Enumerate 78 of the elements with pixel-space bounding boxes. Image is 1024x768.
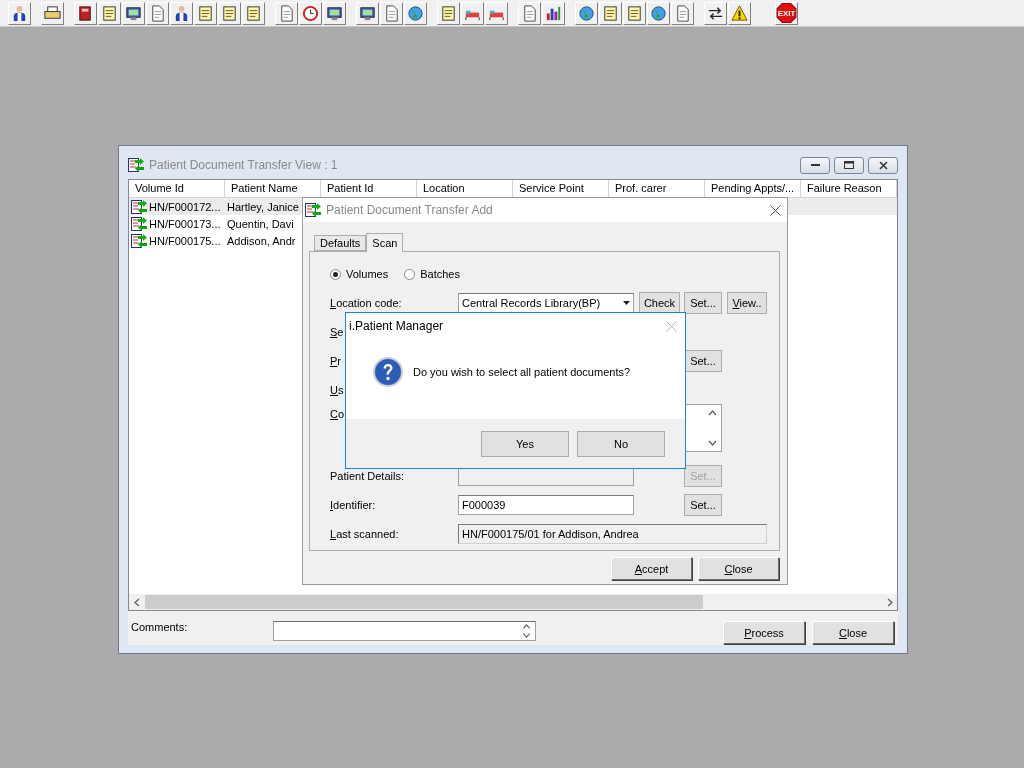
field-label: Location code: — [330, 297, 402, 309]
field-label: Last scanned: — [330, 528, 399, 540]
dialog-button[interactable]: Close — [698, 557, 779, 580]
radio-button[interactable] — [330, 268, 341, 280]
close-icon[interactable] — [770, 204, 781, 216]
comments-field[interactable] — [273, 621, 537, 641]
table-cell: Quentin, Davi — [227, 217, 294, 230]
table-cell: Addison, Andr — [227, 234, 296, 247]
question-icon — [372, 356, 404, 388]
warning-icon — [730, 3, 749, 23]
comments-label: Comments: — [131, 621, 188, 633]
note-icon — [220, 3, 239, 23]
note-icon — [601, 3, 620, 23]
radio-label: Batches — [420, 268, 460, 280]
field-label: Patient Details: — [330, 470, 404, 482]
window-title: Patient Document Transfer View : 1 — [149, 158, 338, 172]
field-label: Se — [330, 326, 344, 338]
field-label: Pr — [330, 355, 341, 367]
dialog-button[interactable]: No — [577, 431, 665, 457]
note-icon — [100, 3, 119, 23]
toolbar-button[interactable] — [8, 1, 31, 25]
globe-icon — [649, 3, 668, 23]
read-only-field: HN/F000175/01 for Addison, Andrea — [458, 524, 767, 544]
close-button[interactable] — [868, 156, 898, 174]
location-dropdown[interactable]: Central Records Library(BP) — [458, 293, 634, 313]
scroll-up-icon[interactable] — [708, 409, 717, 418]
table-cell: HN/F000172... — [149, 200, 221, 213]
set-button[interactable]: Set... — [684, 494, 722, 516]
field-label: Identifier: — [330, 499, 376, 511]
note-icon — [439, 3, 458, 23]
toolbar-button[interactable] — [74, 1, 97, 25]
arrows-document-icon — [128, 157, 144, 173]
note-icon — [196, 3, 215, 23]
toolbar-button[interactable] — [122, 1, 145, 25]
dialog-button[interactable]: Accept — [611, 557, 692, 580]
toolbar-button[interactable] — [41, 1, 64, 25]
set-button[interactable]: Check — [639, 292, 680, 314]
toolbar-button[interactable] — [356, 1, 379, 25]
set-button[interactable]: View.. — [727, 292, 767, 314]
minimize-icon — [810, 163, 820, 167]
tab[interactable]: Scan — [366, 233, 404, 252]
clock-icon — [301, 3, 320, 23]
dialog-title: Patient Document Transfer Add — [326, 203, 493, 217]
globe-icon — [577, 3, 596, 23]
toolbar-button[interactable] — [323, 1, 346, 25]
table-cell: Hartley, Janice — [227, 200, 299, 213]
maximize-icon — [844, 161, 854, 169]
set-button[interactable]: Set... — [684, 292, 722, 314]
dropdown-arrow-icon — [623, 301, 630, 305]
close-icon — [878, 160, 888, 170]
table-cell: HN/F000175... — [149, 234, 221, 247]
minimize-button[interactable] — [800, 156, 830, 174]
scroll-thumb[interactable] — [145, 595, 703, 609]
horizontal-scrollbar[interactable] — [129, 594, 897, 610]
scroll-down-icon[interactable] — [522, 631, 532, 639]
tab[interactable]: Defaults — [314, 235, 367, 251]
field-label: Us — [330, 384, 344, 396]
scroll-up-icon[interactable] — [522, 623, 532, 631]
note-icon — [625, 3, 644, 23]
scroll-down-icon[interactable] — [708, 438, 717, 447]
dialog-button[interactable]: Yes — [481, 431, 569, 457]
table-cell: HN/F000173... — [149, 217, 221, 230]
dialog-button[interactable]: Process — [723, 621, 805, 644]
globe-icon — [406, 3, 425, 23]
note-icon — [244, 3, 263, 23]
toolbar-button[interactable] — [170, 1, 193, 25]
toolbar-button[interactable] — [704, 1, 727, 25]
radio-button[interactable] — [404, 268, 416, 280]
maximize-button[interactable] — [834, 156, 864, 174]
scroll-left-icon[interactable] — [132, 597, 142, 607]
toolbar-button[interactable] — [542, 1, 565, 25]
radio-label: Volumes — [346, 268, 389, 280]
field-label: Co — [330, 408, 345, 420]
set-button[interactable]: Set... — [684, 350, 722, 372]
dialog-button[interactable]: Close — [812, 621, 894, 644]
text-field[interactable]: F000039 — [458, 495, 634, 515]
message-box-title: i.Patient Manager — [349, 319, 444, 333]
message-text: Do you wish to select all patient documents? — [413, 366, 631, 378]
